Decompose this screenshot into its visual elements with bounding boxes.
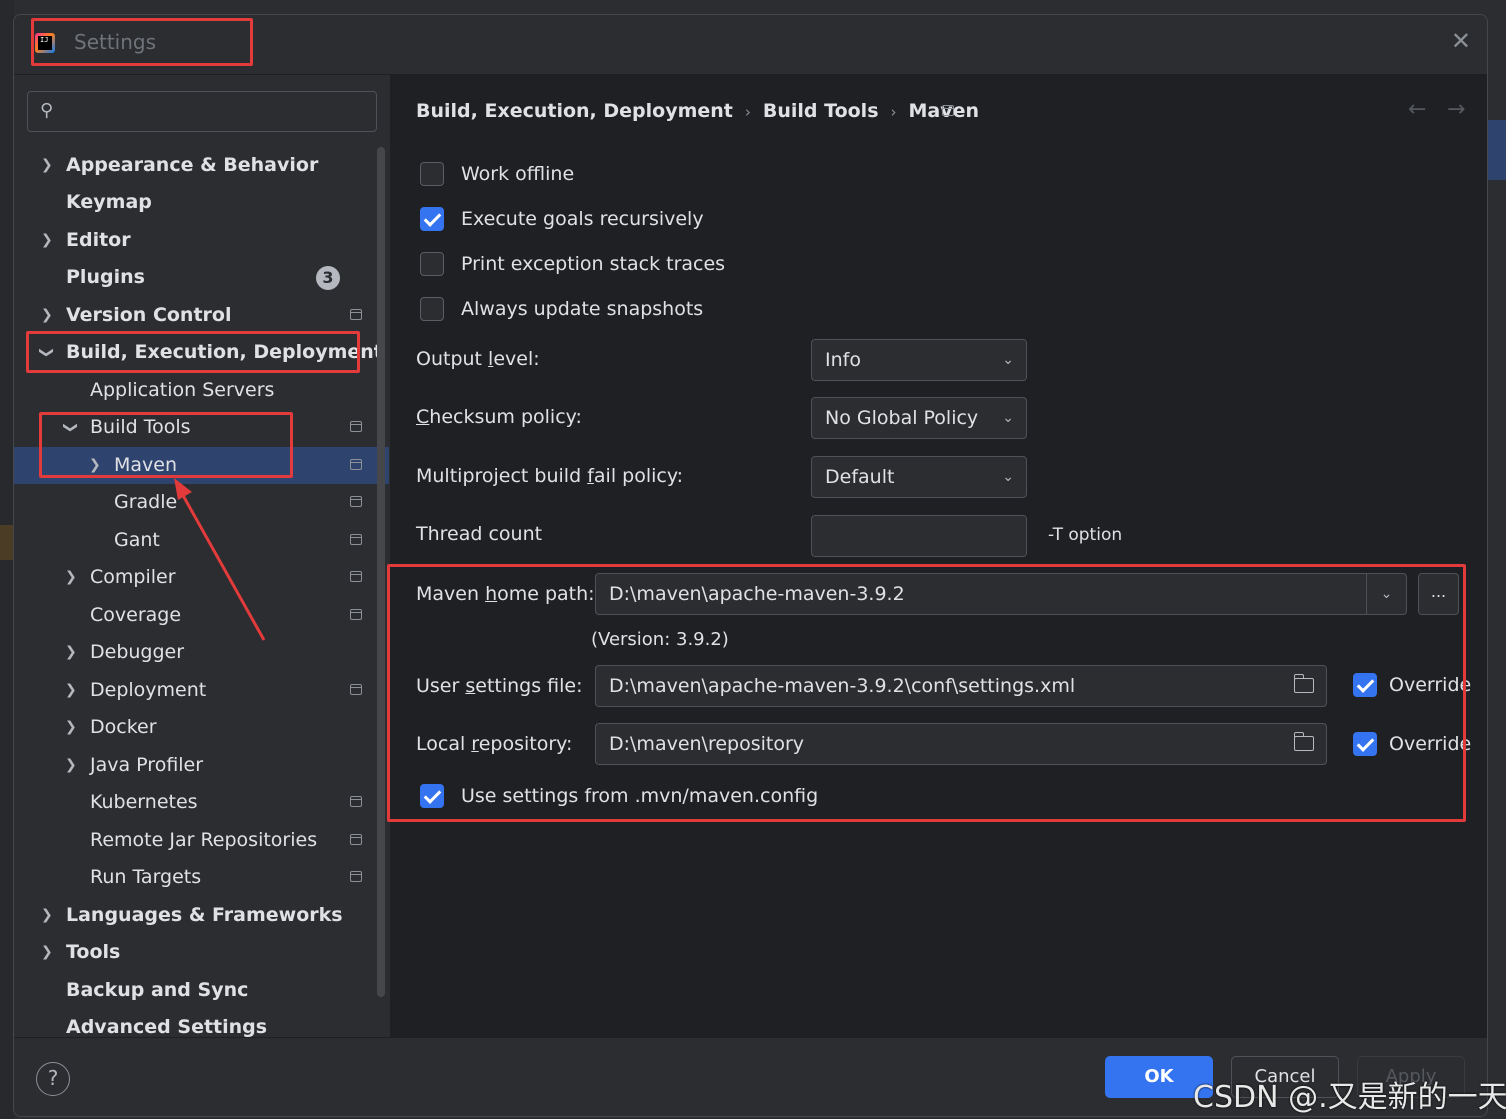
search-input[interactable]: ⚲ — [27, 91, 377, 132]
project-level-icon — [350, 309, 362, 320]
sidebar-item-docker[interactable]: ❯ Docker — [14, 709, 389, 746]
project-level-icon — [350, 534, 362, 545]
project-level-icon — [350, 571, 362, 582]
output-level-label: Output level: — [416, 348, 540, 370]
user-settings-file-label: User settings file: — [416, 675, 583, 697]
chevron-right-icon: ❯ — [41, 307, 53, 323]
chevron-right-icon: ❯ — [41, 944, 53, 960]
background-highlight — [1486, 120, 1506, 180]
project-level-icon — [350, 496, 362, 507]
sidebar-item-application-servers[interactable]: Application Servers — [14, 372, 389, 409]
project-level-icon — [350, 609, 362, 620]
multiproject-fail-policy-label: Multiproject build fail policy: — [416, 465, 684, 487]
checksum-policy-select[interactable]: No Global Policy ⌄ — [811, 397, 1027, 439]
sidebar-item-plugins[interactable]: Plugins 3 — [14, 259, 389, 296]
sidebar-item-appearance[interactable]: ❯ Appearance & Behavior — [14, 147, 389, 184]
browse-button[interactable]: ... — [1418, 573, 1459, 615]
thread-count-input[interactable] — [811, 515, 1027, 557]
project-level-icon — [350, 796, 362, 807]
sidebar-scrollbar[interactable] — [377, 147, 385, 997]
folder-icon[interactable] — [1293, 674, 1314, 693]
execute-goals-checkbox[interactable] — [420, 207, 444, 231]
close-icon[interactable]: ✕ — [1451, 27, 1471, 55]
help-icon[interactable]: ? — [36, 1062, 70, 1096]
chevron-down-icon: ❯ — [62, 421, 79, 434]
chevron-down-icon[interactable]: ⌄ — [1366, 574, 1406, 614]
chevron-right-icon: ❯ — [41, 232, 53, 248]
chevron-down-icon: ⌄ — [1002, 352, 1014, 368]
local-repository-override-checkbox[interactable] — [1353, 732, 1377, 756]
project-level-icon — [350, 684, 362, 695]
thread-count-label: Thread count — [416, 523, 543, 545]
sidebar-item-keymap[interactable]: Keymap — [14, 184, 389, 221]
chevron-right-icon: ❯ — [41, 907, 53, 923]
local-repository-label: Local repository: — [416, 733, 573, 755]
chevron-right-icon: ❯ — [89, 457, 101, 473]
sidebar-item-kubernetes[interactable]: Kubernetes — [14, 784, 389, 821]
sidebar-item-version-control[interactable]: ❯ Version Control — [14, 297, 389, 334]
sidebar-item-editor[interactable]: ❯ Editor — [14, 222, 389, 259]
sidebar-item-tools[interactable]: ❯ Tools — [14, 934, 389, 971]
project-level-icon — [350, 421, 362, 432]
settings-dialog: IJ Settings ✕ ⚲ ❯ Appearance & Behavior … — [13, 14, 1488, 1117]
output-level-select[interactable]: Info ⌄ — [811, 339, 1027, 381]
sidebar-item-run-targets[interactable]: Run Targets — [14, 859, 389, 896]
work-offline-checkbox[interactable] — [420, 162, 444, 186]
forward-arrow-icon[interactable]: → — [1447, 97, 1465, 122]
watermark: CSDN @.又是新的一天. — [1193, 1080, 1506, 1115]
chevron-down-icon: ⌄ — [1002, 469, 1014, 485]
breadcrumb-item[interactable]: Build Tools — [763, 100, 879, 122]
intellij-logo-icon: IJ — [35, 33, 55, 53]
maven-settings-panel: Build, Execution, Deployment › Build Tools… — [390, 75, 1487, 1037]
chevron-right-icon: ❯ — [65, 757, 77, 773]
user-settings-file-input[interactable]: D:\maven\apache-maven-3.9.2\conf\setting… — [595, 665, 1327, 707]
breadcrumb-separator: › — [744, 103, 751, 121]
folder-icon[interactable] — [1293, 732, 1314, 751]
maven-home-path-label: Maven home path: — [416, 583, 595, 605]
maven-home-path-combo[interactable]: D:\maven\apache-maven-3.9.2 ⌄ — [595, 573, 1407, 615]
sidebar-item-build-execution-deployment[interactable]: ❯ Build, Execution, Deployment — [14, 334, 389, 371]
checksum-policy-label: Checksum policy: — [416, 406, 582, 428]
sidebar-item-backup-sync[interactable]: Backup and Sync — [14, 972, 389, 1009]
sidebar-item-build-tools[interactable]: ❯ Build Tools — [14, 409, 389, 446]
use-mvn-config-checkbox[interactable] — [420, 784, 444, 808]
breadcrumb-separator: › — [890, 103, 897, 121]
chevron-down-icon: ❯ — [38, 346, 55, 359]
plugins-update-badge: 3 — [316, 266, 340, 290]
sidebar-item-remote-jar-repositories[interactable]: Remote Jar Repositories — [14, 822, 389, 859]
back-arrow-icon[interactable]: ← — [1408, 97, 1426, 122]
chevron-right-icon: ❯ — [65, 719, 77, 735]
sidebar-item-languages-frameworks[interactable]: ❯ Languages & Frameworks — [14, 897, 389, 934]
thread-count-hint: -T option — [1048, 525, 1123, 545]
breadcrumb-item[interactable]: Build, Execution, Deployment — [416, 100, 733, 122]
sidebar-item-java-profiler[interactable]: ❯ Java Profiler — [14, 747, 389, 784]
background-highlight-left — [0, 525, 14, 560]
maven-version-text: (Version: 3.9.2) — [591, 629, 729, 650]
window-title: Settings — [74, 30, 157, 54]
project-level-icon — [350, 459, 362, 470]
chevron-down-icon: ⌄ — [1002, 410, 1014, 426]
chevron-right-icon: ❯ — [41, 157, 53, 173]
always-update-snapshots-checkbox[interactable] — [420, 297, 444, 321]
project-level-icon — [942, 105, 954, 116]
user-settings-override-checkbox[interactable] — [1353, 673, 1377, 697]
multiproject-fail-policy-select[interactable]: Default ⌄ — [811, 456, 1027, 498]
print-stack-traces-checkbox[interactable] — [420, 252, 444, 276]
title-bar: IJ Settings ✕ — [14, 15, 1487, 75]
local-repository-input[interactable]: D:\maven\repository — [595, 723, 1327, 765]
breadcrumb: Build, Execution, Deployment › Build Tools… — [416, 100, 979, 122]
project-level-icon — [350, 871, 362, 882]
chevron-right-icon: ❯ — [65, 644, 77, 660]
annotation-arrow — [174, 478, 266, 641]
chevron-right-icon: ❯ — [65, 569, 77, 585]
sidebar-item-deployment[interactable]: ❯ Deployment — [14, 672, 389, 709]
search-icon: ⚲ — [40, 100, 54, 121]
project-level-icon — [350, 834, 362, 845]
chevron-right-icon: ❯ — [65, 682, 77, 698]
